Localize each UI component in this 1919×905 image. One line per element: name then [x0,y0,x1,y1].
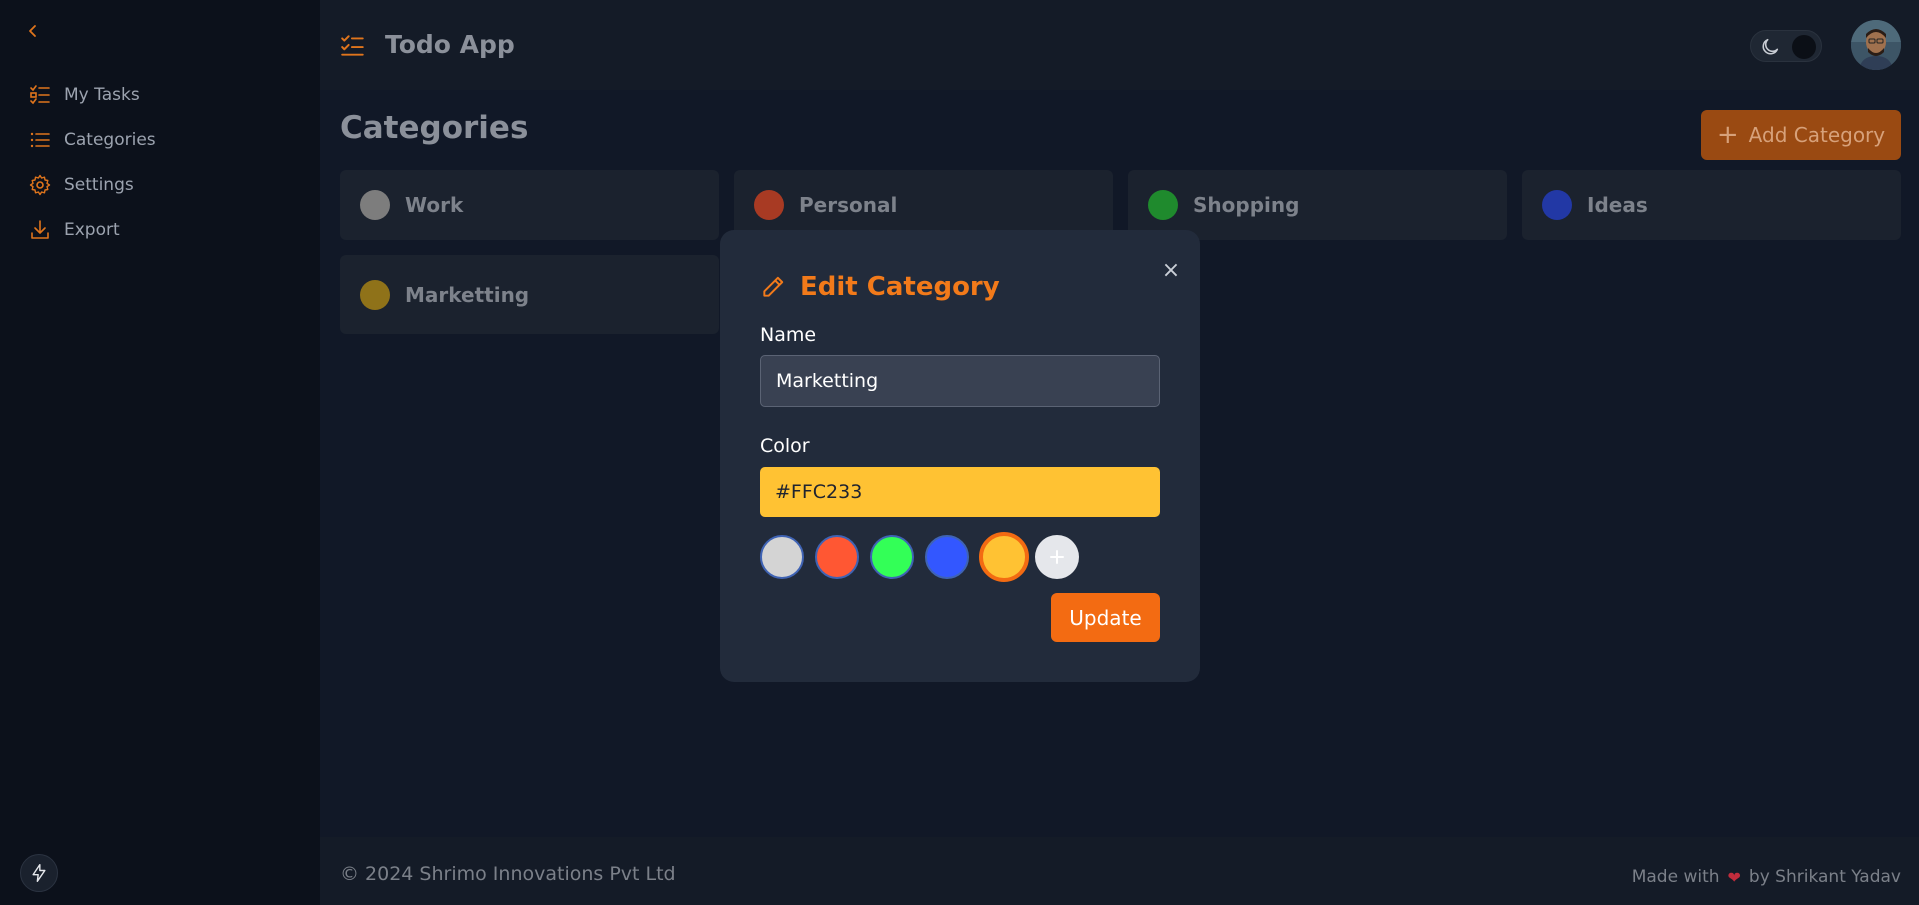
add-category-label: Add Category [1748,123,1886,147]
category-color-dot [360,190,390,220]
category-card-ideas[interactable]: Ideas [1522,170,1901,240]
close-icon: × [1161,258,1181,283]
category-card-work[interactable]: Work [340,170,719,240]
toggle-knob [1792,35,1816,59]
category-color-dot [1148,190,1178,220]
category-color-dot [754,190,784,220]
made-with-text: Made with ❤ by Shrikant Yadav [1632,867,1901,887]
category-color-dot [1542,190,1572,220]
sidebar-item-export[interactable]: Export [28,207,156,252]
color-swatch-green[interactable] [870,535,914,579]
name-label: Name [760,324,817,346]
sidebar-item-label: My Tasks [64,84,140,105]
sidebar-item-label: Categories [64,129,156,150]
category-card-marketting[interactable]: Marketting [340,255,719,334]
sidebar-item-settings[interactable]: Settings [28,162,156,207]
avatar[interactable] [1851,20,1901,70]
category-name: Shopping [1193,193,1300,217]
custom-color-button[interactable] [1035,535,1079,579]
header: Todo App [320,0,1919,90]
close-button[interactable]: × [1160,260,1182,282]
tasks-list-icon [30,84,50,104]
sidebar-item-categories[interactable]: Categories [28,117,156,162]
modal-title: Edit Category [800,272,1000,302]
sidebar-item-my-tasks[interactable]: My Tasks [28,72,156,117]
download-icon [31,219,49,239]
app-title: Todo App [385,30,515,59]
color-swatch-blue[interactable] [925,535,969,579]
footer: © 2024 Shrimo Innovations Pvt Ltd Made w… [320,837,1919,905]
category-name-input[interactable] [760,355,1160,407]
user-photo-icon [1851,20,1901,70]
color-swatch-yellow-selected[interactable] [979,532,1029,582]
sidebar-item-label: Export [64,219,120,240]
category-name: Ideas [1587,193,1648,217]
made-with-label: Made with [1631,867,1720,887]
checklist-logo-icon [341,35,364,56]
collapse-sidebar-button[interactable] [22,20,44,42]
category-color-dot [360,279,390,310]
plus-icon [1050,550,1064,564]
page-title: Categories [340,110,529,146]
chevron-left-icon [29,25,36,37]
lightning-icon [32,863,46,883]
sidebar-nav: My Tasks Categories Settings Export [28,72,156,252]
color-swatch-red[interactable] [815,535,859,579]
author-credit: by Shrikant Yadav [1748,867,1901,887]
color-swatch-gray[interactable] [760,535,804,579]
color-hex-input[interactable] [760,467,1160,517]
moon-icon [1762,38,1779,55]
color-label: Color [760,435,810,457]
category-name: Marketting [405,282,530,307]
gear-icon [29,174,51,195]
quick-action-button[interactable] [20,854,58,892]
update-button[interactable]: Update [1051,593,1160,642]
heart-icon: ❤ [1727,867,1741,887]
category-name: Work [405,193,464,217]
pencil-icon [763,276,784,297]
category-name: Personal [799,193,898,217]
sidebar: My Tasks Categories Settings Export [0,0,320,905]
list-icon [30,132,50,147]
add-category-button[interactable]: + Add Category [1701,110,1901,160]
edit-category-modal: × Edit Category Name Color Update [720,230,1200,682]
copyright-text: © 2024 Shrimo Innovations Pvt Ltd [340,863,676,885]
sidebar-item-label: Settings [64,174,134,195]
plus-icon: + [1716,120,1739,150]
theme-toggle[interactable] [1750,30,1822,62]
